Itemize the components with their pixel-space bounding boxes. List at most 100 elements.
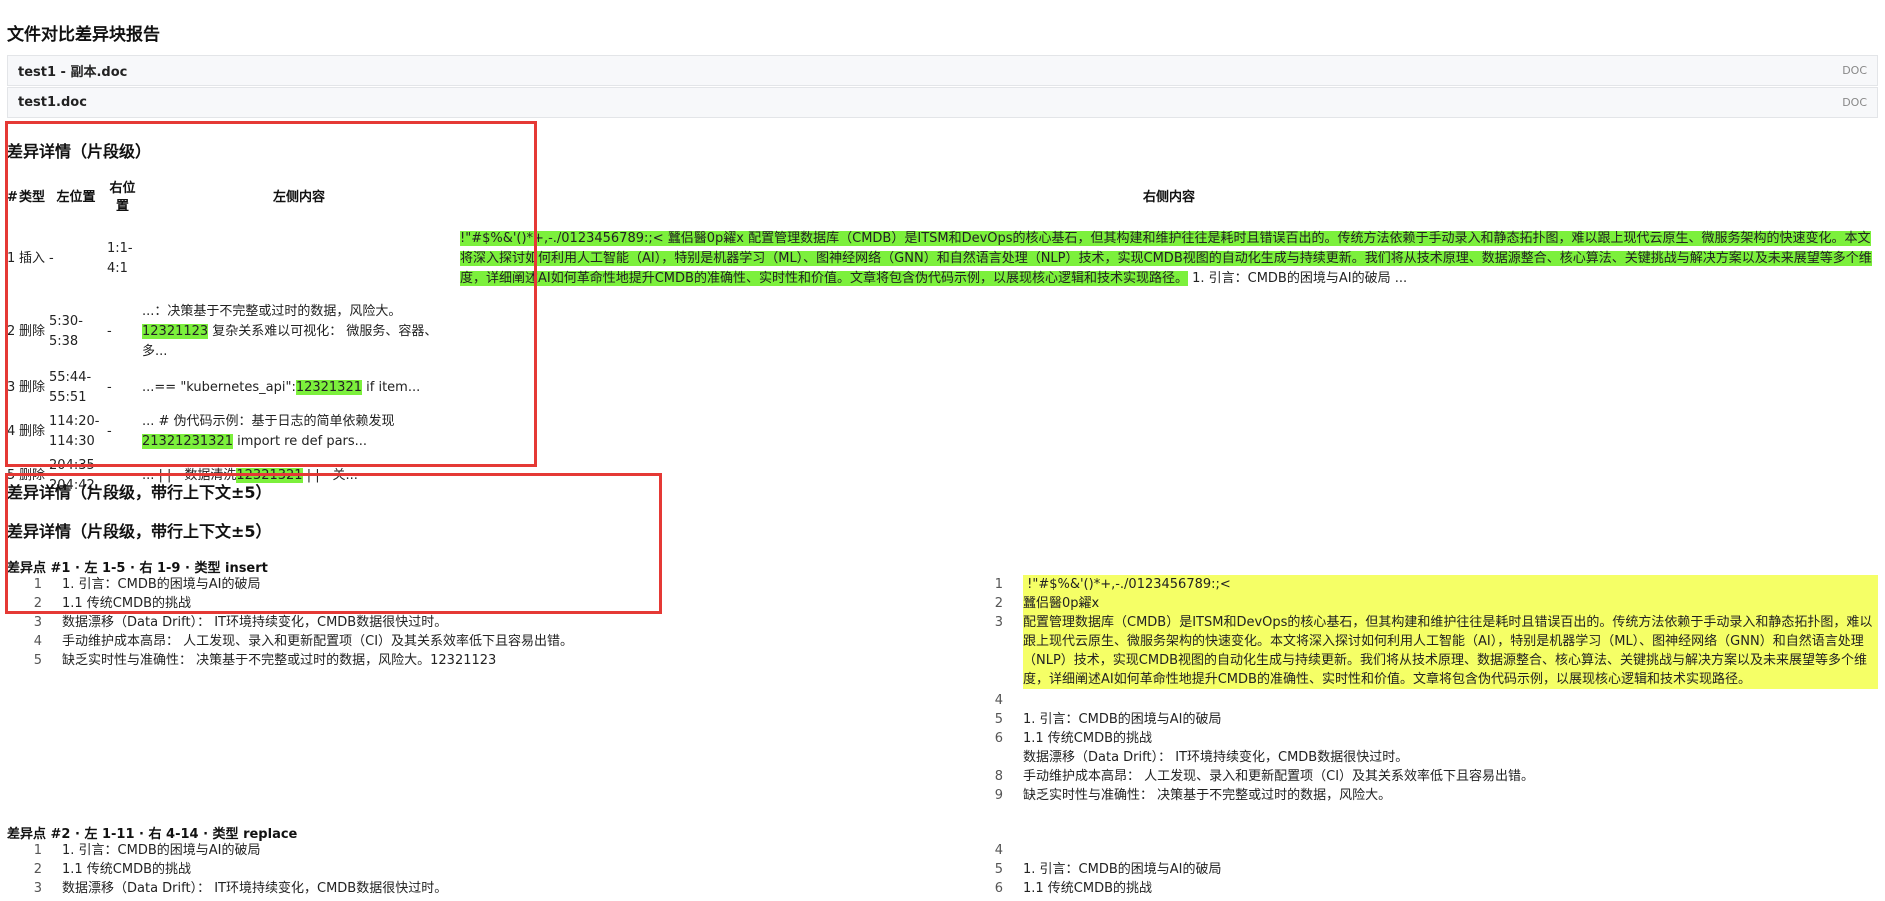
context-text: 1. 引言：CMDB的困境与AI的破局 ... — [1187, 271, 1408, 286]
file-bar-right[interactable]: test1.doc DOC — [7, 87, 1878, 118]
context-text: ...== "kubernetes_api": — [142, 380, 296, 395]
line-number: 3 — [994, 615, 1003, 630]
line-number: 1 — [33, 577, 42, 592]
list-item: 6 1.1 传统CMDB的挑战 — [968, 879, 1878, 898]
line-number: 4 — [33, 634, 42, 649]
line-text: 数据漂移（Data Drift）： IT环境持续变化，CMDB数据很快过时。 — [62, 615, 448, 630]
context-text: ...：决策基于不完整或过时的数据，风险大。 — [142, 304, 402, 319]
inserted-line-text: 蠶侣醫0p糴x — [1023, 594, 1878, 613]
list-item: 1 1. 引言：CMDB的困境与AI的破局 — [7, 575, 967, 594]
line-text: 1.1 传统CMDB的挑战 — [62, 596, 192, 611]
context-text: if item... — [362, 380, 421, 395]
row-left-content — [140, 220, 458, 298]
row-left-content: ...：决策基于不完整或过时的数据，风险大。12321123 复杂关系难以可视化… — [140, 298, 458, 366]
table-row: 2 删除 5:30-5:38 - ...：决策基于不完整或过时的数据，风险大。 1… — [5, 298, 1880, 366]
line-number: 5 — [994, 712, 1003, 727]
line-text: 1. 引言：CMDB的困境与AI的破局 — [1023, 862, 1222, 877]
table-row: 3 删除 55:44-55:51 - ...== "kubernetes_api… — [5, 366, 1880, 410]
line-text: 1. 引言：CMDB的困境与AI的破局 — [62, 843, 261, 858]
row-right-content — [458, 298, 1880, 366]
section-subtitle-context: 差异详情（片段级，带行上下文±5） — [7, 522, 272, 541]
line-number: 3 — [33, 615, 42, 630]
deleted-text: 21321231321 — [142, 434, 233, 449]
list-item: 3 配置管理数据库（CMDB）是ITSM和DevOps的核心基石，但其构建和维护往… — [968, 613, 1878, 689]
line-number: 2 — [33, 596, 42, 611]
row-num: 1 — [7, 251, 16, 266]
row-right-pos: - — [107, 324, 112, 339]
row-right-content — [458, 454, 1880, 498]
row-right-content: !"#$%&'()*+,-./0123456789:;< 蠶侣醫0p糴x 配置管… — [458, 220, 1880, 298]
col-header-left-pos: 左位置 — [56, 190, 96, 205]
line-number: 5 — [994, 862, 1003, 877]
section-title-fragment: 差异详情（片段级） — [7, 142, 152, 161]
row-num: 4 — [7, 424, 16, 439]
list-item: 2 1.1 传统CMDB的挑战 — [7, 594, 967, 613]
file-name-right: test1.doc — [18, 95, 87, 110]
col-header-type: 类型 — [19, 190, 46, 205]
row-type: 删除 — [19, 424, 46, 439]
line-text: 1. 引言：CMDB的困境与AI的破局 — [62, 577, 261, 592]
row-left-content: ... # 伪代码示例：基于日志的简单依赖发现 21321231321 impo… — [140, 410, 458, 454]
list-item: 4 手动维护成本高昂： 人工发现、录入和更新配置项（CI）及其关系效率低下且容易出… — [7, 632, 967, 651]
list-item: 4 — [968, 691, 1878, 710]
diff-point-1-left-lines: 1 1. 引言：CMDB的困境与AI的破局 2 1.1 传统CMDB的挑战 3 数据漂… — [7, 575, 967, 670]
row-left-pos: 55:44-55:51 — [49, 370, 92, 405]
row-num: 2 — [7, 324, 16, 339]
table-row: 5 删除 204:35-204:42 - ... | | - 数据清洗12321… — [5, 454, 1880, 498]
row-left-pos: - — [49, 251, 54, 266]
row-left-pos: 114:20-114:30 — [49, 414, 100, 449]
line-number: 1 — [994, 577, 1003, 592]
list-item: 6 1.1 传统CMDB的挑战 — [968, 729, 1878, 748]
inserted-text: !"#$%&'()*+,-./0123456789:;< 蠶侣醫0p糴x 配置管… — [460, 231, 1872, 286]
col-header-right-pos: 右位置 — [109, 181, 136, 214]
row-left-pos: 5:30-5:38 — [49, 314, 83, 349]
line-number: 3 — [33, 881, 42, 896]
diff-point-2-right-lines: 4 5 1. 引言：CMDB的困境与AI的破局 6 1.1 传统CMDB的挑战 — [968, 841, 1878, 898]
list-item: 3 数据漂移（Data Drift）： IT环境持续变化，CMDB数据很快过时。 — [7, 613, 967, 632]
line-text: 手动维护成本高昂： 人工发现、录入和更新配置项（CI）及其关系效率低下且容易出错… — [1023, 769, 1535, 784]
table-row: 4 删除 114:20-114:30 - ... # 伪代码示例：基于日志的简单… — [5, 410, 1880, 454]
line-number: 6 — [994, 731, 1003, 746]
section-title-context: 差异详情（片段级，带行上下文±5） — [7, 483, 272, 502]
row-right-pos: - — [107, 380, 112, 395]
row-num: 3 — [7, 380, 16, 395]
row-type: 删除 — [19, 380, 46, 395]
col-header-left-content: 左侧内容 — [272, 190, 325, 205]
page-title: 文件对比差异块报告 — [7, 25, 160, 45]
context-text: import re def pars... — [232, 434, 368, 449]
line-text — [1023, 691, 1878, 710]
line-number: 6 — [994, 881, 1003, 896]
line-text: 1.1 传统CMDB的挑战 — [62, 862, 192, 877]
list-item: 5 1. 引言：CMDB的困境与AI的破局 — [968, 710, 1878, 729]
line-number: 8 — [994, 769, 1003, 784]
table-row: 1 插入 - 1:1-4:1 !"#$%&'()*+,-./0123456789… — [5, 220, 1880, 298]
list-item: 5 1. 引言：CMDB的困境与AI的破局 — [968, 860, 1878, 879]
list-item: 2 1.1 传统CMDB的挑战 — [7, 860, 967, 879]
deleted-text: 12321123 — [142, 324, 209, 339]
file-type-left-badge: DOC — [1842, 64, 1867, 77]
row-type: 插入 — [19, 251, 46, 266]
list-item: 2 蠶侣醫0p糴x — [968, 594, 1878, 613]
context-text: ... # 伪代码示例：基于日志的简单依赖发现 — [142, 414, 395, 429]
col-header-num: # — [7, 190, 18, 205]
line-number: 1 — [33, 843, 42, 858]
row-right-content — [458, 410, 1880, 454]
list-item: 9 缺乏实时性与准确性： 决策基于不完整或过时的数据，风险大。 — [968, 786, 1878, 805]
row-left-content: ...== "kubernetes_api":12321321 if item.… — [140, 366, 458, 410]
line-number: 4 — [994, 693, 1003, 708]
col-header-right-content: 右侧内容 — [1142, 190, 1195, 205]
inserted-line-text: 配置管理数据库（CMDB）是ITSM和DevOps的核心基石，但其构建和维护往往… — [1023, 613, 1878, 689]
list-item: 3 数据漂移（Data Drift）： IT环境持续变化，CMDB数据很快过时。 — [7, 879, 967, 898]
line-text: 缺乏实时性与准确性： 决策基于不完整或过时的数据，风险大。12321123 — [62, 653, 497, 668]
line-text: 1.1 传统CMDB的挑战 — [1023, 881, 1153, 896]
line-number — [968, 748, 1023, 767]
file-bar-left[interactable]: test1 - 副本.doc DOC — [7, 55, 1878, 86]
line-text — [1023, 841, 1878, 860]
line-number: 9 — [994, 788, 1003, 803]
line-number: 2 — [994, 596, 1003, 611]
diff-point-2-title: 差异点 #2 · 左 1-11 · 右 4-14 · 类型 replace — [7, 827, 298, 842]
list-item: 4 — [968, 841, 1878, 860]
list-item: 8 手动维护成本高昂： 人工发现、录入和更新配置项（CI）及其关系效率低下且容易出… — [968, 767, 1878, 786]
line-text: 数据漂移（Data Drift）： IT环境持续变化，CMDB数据很快过时。 — [1023, 750, 1409, 765]
line-number: 5 — [33, 653, 42, 668]
